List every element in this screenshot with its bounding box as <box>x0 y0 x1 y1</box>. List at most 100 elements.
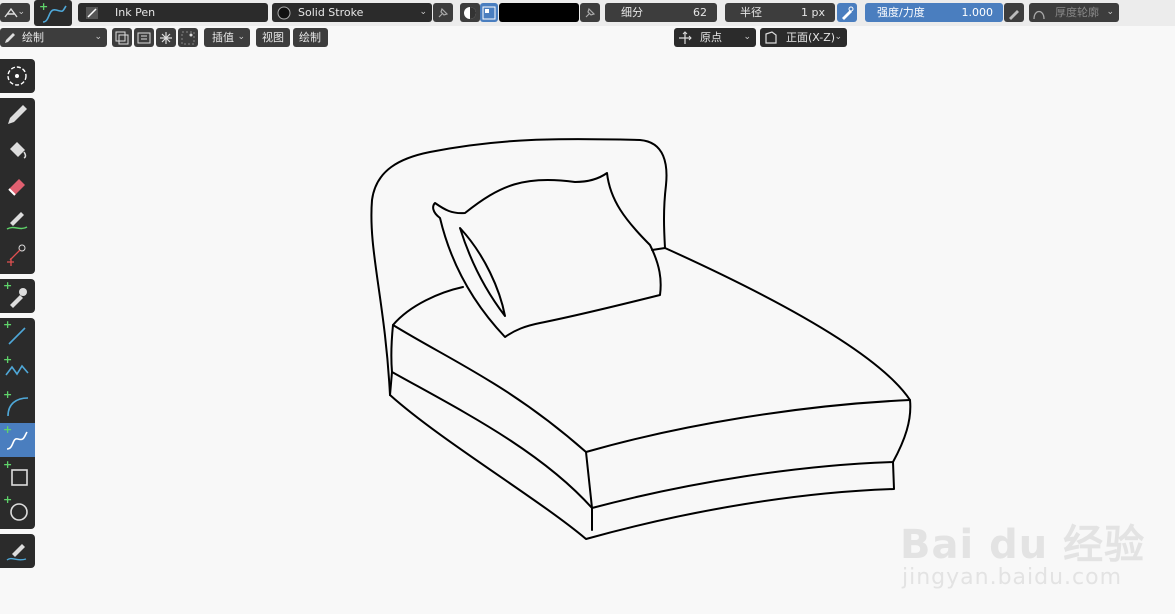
toolbar-group-cursor <box>0 59 35 93</box>
line-tool[interactable]: + <box>0 318 35 352</box>
curve-tool[interactable]: + <box>0 423 35 457</box>
pressure-icon <box>1009 10 1019 20</box>
radius-field[interactable]: 半径 1 px <box>725 3 835 22</box>
vertex-color-toggle[interactable] <box>480 3 498 22</box>
pin-icon <box>438 7 449 18</box>
guides-button[interactable] <box>134 28 154 47</box>
top-header: ⌄ + Ink Pen Solid Stroke ⌄ 细分 62 半径 1 px <box>0 0 1175 26</box>
circle-icon <box>10 503 28 521</box>
brush-selector[interactable]: Ink Pen <box>78 3 268 22</box>
multiframe-button[interactable] <box>112 28 132 47</box>
annotate-tool[interactable] <box>0 534 35 568</box>
bed-mattress-side-left-stroke <box>390 324 593 509</box>
line-icon <box>8 327 26 345</box>
eyedropper-icon <box>10 288 27 308</box>
toolbar-group-draw <box>0 98 35 274</box>
subdivide-value: 62 <box>693 6 707 19</box>
chevron-down-icon: ⌄ <box>94 32 102 42</box>
cursor-tool[interactable] <box>0 59 35 93</box>
annotate-pencil-icon <box>6 544 27 561</box>
interpolate-label: 插值 <box>212 31 234 44</box>
mode-selector[interactable]: ⌄ <box>0 3 30 22</box>
scissors-icon <box>7 244 26 266</box>
curve-icon <box>6 431 28 450</box>
color-mode-button[interactable] <box>460 3 480 22</box>
bed-headboard-stroke <box>370 138 668 396</box>
active-tool-indicator: + <box>34 0 72 26</box>
radius-value: 1 px <box>801 6 825 19</box>
cutter-tool[interactable] <box>0 238 35 272</box>
pencil-icon <box>8 105 27 124</box>
chevron-down-icon: ⌄ <box>1106 7 1114 17</box>
subdivide-label: 细分 <box>621 6 643 19</box>
color-mode-icon <box>464 7 476 19</box>
orientation-label: 正面(X-Z) <box>786 31 836 44</box>
polyline-icon <box>5 364 29 376</box>
pillow-fold-stroke <box>459 227 506 317</box>
arc-icon <box>7 397 29 417</box>
toolbar-group-primitives: + + + + + + <box>0 318 35 529</box>
pencil-icon <box>5 33 15 43</box>
chevron-down-icon: ⌄ <box>17 7 25 17</box>
box-icon <box>11 469 28 486</box>
toolbar-group-annotate <box>0 534 35 568</box>
pillow-outline-stroke <box>432 172 662 338</box>
pressure-icon <box>842 6 854 20</box>
thickness-profile-field[interactable]: 厚度轮廓 ⌄ <box>1029 3 1119 22</box>
eraser-icon <box>8 179 25 196</box>
fill-bucket-icon <box>10 142 27 159</box>
dots-grid-icon <box>181 31 195 45</box>
tint-brush-icon <box>6 212 28 230</box>
viewport-header: 绘制 ⌄ 插值 ⌄ 视图 绘制 原点 ⌄ 正面(X-Z) ⌄ <box>0 26 1175 50</box>
interpolate-dropdown[interactable]: 插值 ⌄ <box>204 28 250 47</box>
strength-pressure-toggle[interactable] <box>1004 3 1024 22</box>
mode-dropdown[interactable]: 绘制 ⌄ <box>0 28 107 47</box>
material-name: Solid Stroke <box>298 6 364 19</box>
snapping-button[interactable] <box>156 28 176 47</box>
watermark-url: jingyan.baidu.com <box>902 565 1123 590</box>
vertex-color-icon <box>482 6 496 20</box>
radius-label: 半径 <box>740 6 762 19</box>
chevron-down-icon: ⌄ <box>743 32 751 42</box>
fill-tool[interactable] <box>0 133 35 167</box>
arc-tool[interactable]: + <box>0 388 35 422</box>
strength-field[interactable]: 强度/力度 1.000 <box>865 3 1003 22</box>
curve-tool-icon <box>42 5 67 23</box>
pin-icon <box>585 7 596 18</box>
pin-color-button[interactable] <box>580 3 600 22</box>
origin-dropdown[interactable]: 原点 ⌄ <box>674 28 756 47</box>
watermark-logo: Bai du 经验 <box>900 522 1146 568</box>
polyline-tool[interactable]: + <box>0 353 35 387</box>
stroke-color-swatch[interactable] <box>499 3 579 22</box>
view-menu-label: 视图 <box>262 31 284 44</box>
material-selector[interactable]: Solid Stroke ⌄ <box>272 3 432 22</box>
pin-material-button[interactable] <box>433 3 453 22</box>
chevron-down-icon: ⌄ <box>419 7 427 17</box>
mode-label: 绘制 <box>22 31 44 44</box>
tint-tool[interactable] <box>0 203 35 237</box>
bed-mattress-top-stroke <box>392 247 911 453</box>
grid-snap-button[interactable] <box>178 28 198 47</box>
radius-pressure-toggle[interactable] <box>837 3 857 22</box>
subdivide-field[interactable]: 细分 62 <box>605 3 717 22</box>
material-sphere-icon <box>277 6 291 20</box>
toolbar-group-eyedropper: + <box>0 279 35 313</box>
cursor-icon <box>7 66 27 86</box>
draw-menu[interactable]: 绘制 <box>293 28 328 47</box>
curve-profile-icon <box>1033 10 1045 20</box>
draw-tool[interactable] <box>0 98 35 132</box>
box-tool[interactable]: + <box>0 458 35 492</box>
eyedropper-tool[interactable]: + <box>0 279 35 313</box>
thickness-label: 厚度轮廓 <box>1055 6 1099 19</box>
erase-tool[interactable] <box>0 168 35 202</box>
orientation-dropdown[interactable]: 正面(X-Z) ⌄ <box>760 28 847 47</box>
chevron-down-icon: ⌄ <box>834 32 842 42</box>
view-menu[interactable]: 视图 <box>256 28 290 47</box>
brush-name: Ink Pen <box>115 6 156 19</box>
bed-base-left-stroke <box>389 371 393 396</box>
guides-icon <box>137 32 151 44</box>
circle-tool[interactable]: + <box>0 493 35 527</box>
strength-value: 1.000 <box>961 6 994 19</box>
origin-axes-icon <box>679 31 692 44</box>
brush-icon <box>86 7 98 19</box>
